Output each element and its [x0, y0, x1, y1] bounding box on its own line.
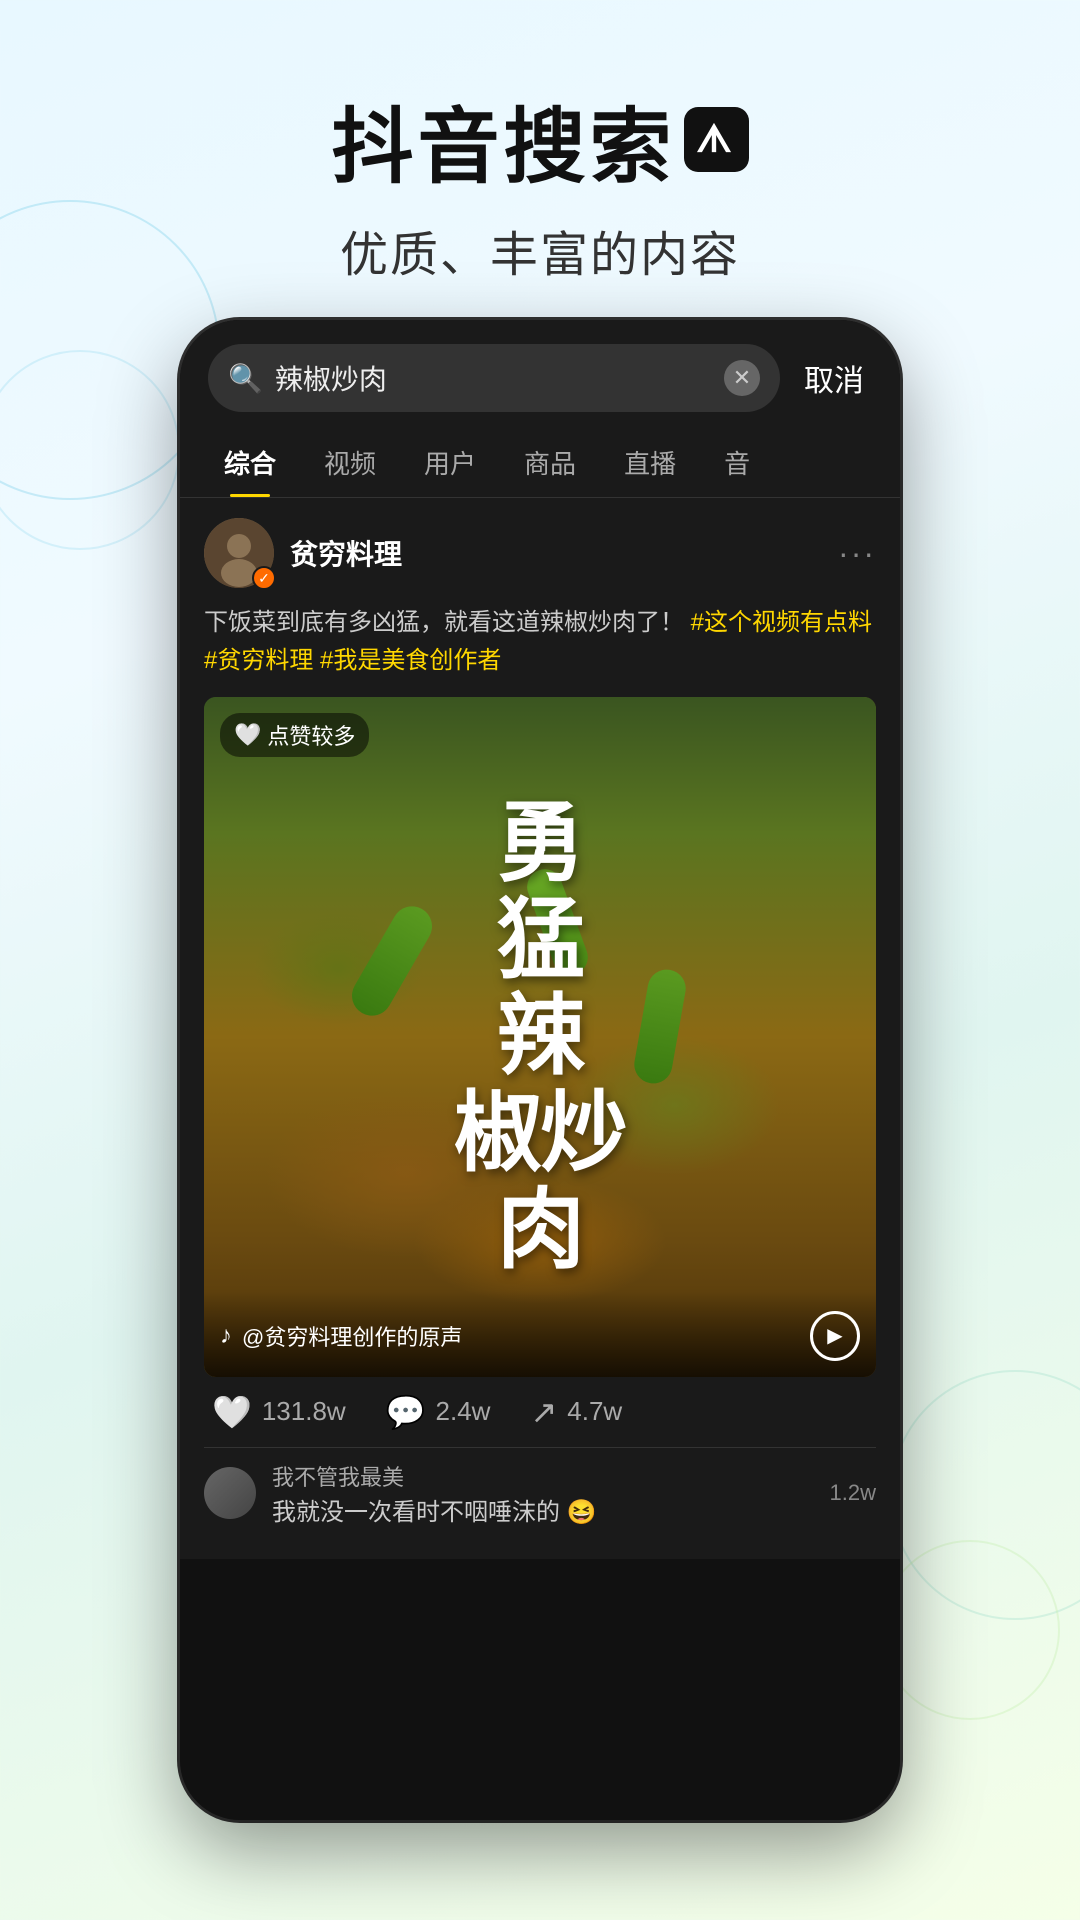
- comment-username: 我不管我最美: [272, 1460, 814, 1492]
- video-thumbnail[interactable]: 🤍 点赞较多 勇 猛 辣 椒炒 肉 ♪ @贫穷料理创作的原声: [204, 697, 876, 1377]
- check-icon: ✓: [258, 570, 270, 587]
- comment-content: 我不管我最美 我就没一次看时不咽唾沫的 😆: [272, 1460, 814, 1527]
- video-text-line4: 椒炒: [454, 1085, 626, 1182]
- heart-icon: 🤍: [212, 1393, 252, 1431]
- comment-icon: 💬: [386, 1393, 426, 1431]
- play-button[interactable]: ▶: [810, 1311, 860, 1361]
- sound-bar: ♪ @贫穷料理创作的原声 ▶: [204, 1291, 876, 1377]
- verified-badge: ✓: [252, 566, 276, 590]
- bg-decoration-4: [880, 1540, 1060, 1720]
- tab-product[interactable]: 商品: [500, 428, 600, 497]
- result-user-card: ✓ 贫穷料理 ···: [204, 518, 876, 588]
- avatar-container: ✓: [204, 518, 274, 588]
- comment-avatar: [204, 1467, 256, 1519]
- share-icon: ↗: [530, 1393, 557, 1431]
- likes-count: 131.8w: [262, 1396, 346, 1427]
- cancel-button[interactable]: 取消: [796, 356, 872, 400]
- tiktok-note-icon: ♪: [220, 1322, 232, 1350]
- search-icon: 🔍: [228, 362, 263, 395]
- interaction-bar: 🤍 131.8w 💬 2.4w ↗ 4.7w: [204, 1377, 876, 1447]
- video-text-line1: 勇: [454, 795, 626, 892]
- phone-frame: 🔍 辣椒炒肉 ✕ 取消 综合 视频 用户: [180, 320, 900, 1820]
- sound-text: @贫穷料理创作的原声: [242, 1320, 462, 1352]
- search-results: ✓ 贫穷料理 ··· 下饭菜到底有多凶猛，就看这道辣椒炒肉了！ #这个视频有点料…: [180, 498, 900, 1559]
- phone-mockup: 🔍 辣椒炒肉 ✕ 取消 综合 视频 用户: [180, 320, 900, 1820]
- result-username[interactable]: 贫穷料理: [290, 533, 402, 573]
- comment-preview: 我不管我最美 我就没一次看时不咽唾沫的 😆 1.2w: [204, 1447, 876, 1539]
- result-description: 下饭菜到底有多凶猛，就看这道辣椒炒肉了！ #这个视频有点料 #贫穷料理 #我是美…: [204, 604, 876, 681]
- more-options-button[interactable]: ···: [838, 535, 876, 572]
- tab-live[interactable]: 直播: [600, 428, 700, 497]
- title-text: 抖音搜索: [331, 80, 675, 199]
- play-icon: ▶: [827, 1323, 842, 1348]
- comment-count: 1.2w: [830, 1480, 876, 1506]
- tabs-container: 综合 视频 用户 商品 直播 音: [180, 428, 900, 498]
- header-section: 抖音搜索 优质、丰富的内容: [0, 0, 1080, 325]
- shares-interaction[interactable]: ↗ 4.7w: [530, 1393, 622, 1431]
- tab-comprehensive[interactable]: 综合: [200, 428, 300, 497]
- desc-main: 下饭菜到底有多凶猛，就看这道辣椒炒肉了！: [204, 609, 684, 636]
- likes-interaction[interactable]: 🤍 131.8w: [212, 1393, 346, 1431]
- search-query: 辣椒炒肉: [275, 358, 712, 398]
- clear-button[interactable]: ✕: [724, 360, 760, 396]
- video-text-line5: 肉: [454, 1182, 626, 1279]
- heart-mini-icon: 🤍: [234, 722, 261, 748]
- video-text-line3: 辣: [454, 988, 626, 1085]
- tiktok-brand-icon: [684, 107, 749, 172]
- sound-info: ♪ @贫穷料理创作的原声: [220, 1320, 462, 1352]
- comment-text: 我就没一次看时不咽唾沫的 😆: [272, 1492, 814, 1527]
- tab-sound[interactable]: 音: [700, 428, 774, 497]
- video-overlay-text: 勇 猛 辣 椒炒 肉: [454, 795, 626, 1279]
- video-text-line2: 猛: [454, 892, 626, 989]
- search-bar: 🔍 辣椒炒肉 ✕ 取消: [180, 320, 900, 428]
- comments-interaction[interactable]: 💬 2.4w: [386, 1393, 491, 1431]
- tab-video[interactable]: 视频: [300, 428, 400, 497]
- subtitle: 优质、丰富的内容: [0, 215, 1080, 285]
- likes-badge-text: 点赞较多: [267, 719, 355, 751]
- main-title: 抖音搜索: [0, 80, 1080, 199]
- search-input-container[interactable]: 🔍 辣椒炒肉 ✕: [208, 344, 780, 412]
- likes-badge: 🤍 点赞较多: [220, 713, 369, 757]
- clear-icon: ✕: [733, 365, 751, 391]
- tab-user[interactable]: 用户: [400, 428, 500, 497]
- comments-count: 2.4w: [436, 1396, 491, 1427]
- phone-screen: 🔍 辣椒炒肉 ✕ 取消 综合 视频 用户: [180, 320, 900, 1820]
- shares-count: 4.7w: [567, 1396, 622, 1427]
